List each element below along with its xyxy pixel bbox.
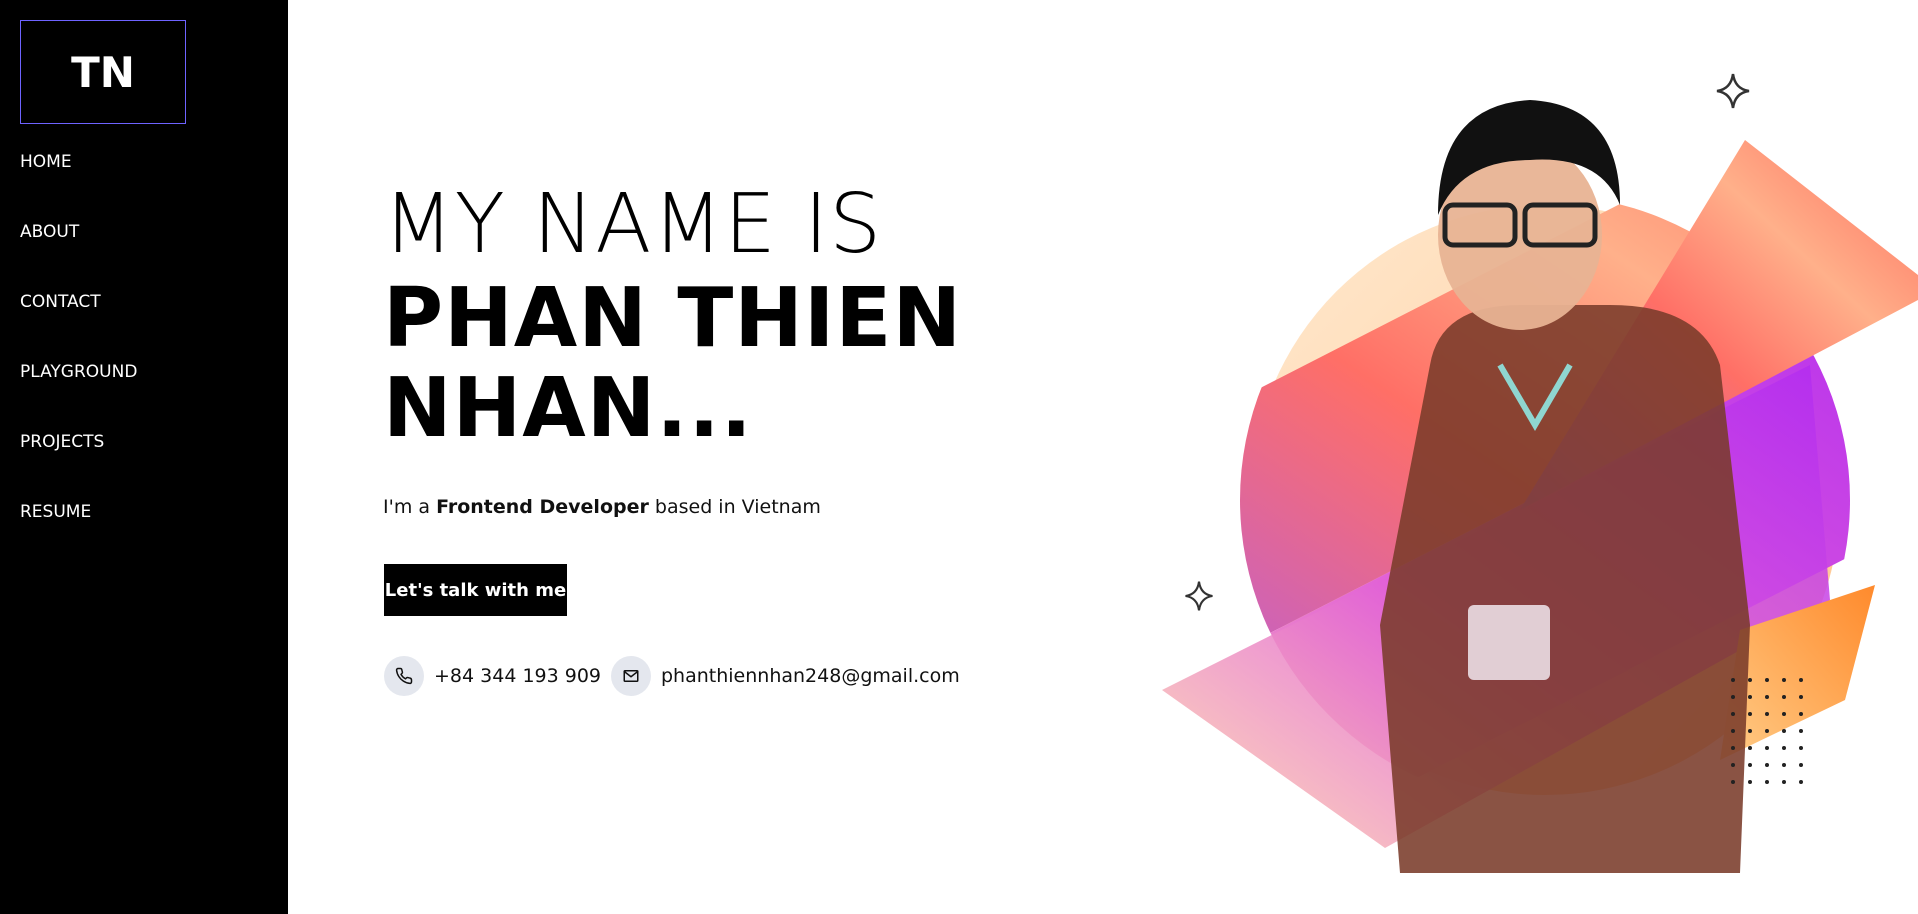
hero-name: PHAN THIEN NHAN...	[383, 271, 963, 456]
phone-number: +84 344 193 909	[434, 665, 602, 687]
phone-icon	[384, 656, 424, 696]
site-logo[interactable]: TN	[20, 20, 186, 124]
dot-grid-decoration	[1731, 678, 1803, 784]
main-nav: HOME ABOUT CONTACT PLAYGROUND PROJECTS R…	[20, 150, 137, 570]
hero-tagline: I'm a Frontend Developer based in Vietna…	[383, 496, 821, 518]
nav-item-about[interactable]: ABOUT	[20, 220, 137, 290]
tagline-suffix: based in Vietnam	[654, 496, 821, 518]
tagline-prefix: I'm a	[383, 496, 431, 518]
profile-photo	[1380, 100, 1750, 873]
hero-intro: MY NAME IS	[383, 177, 883, 272]
email-contact[interactable]: phanthiennhan248@gmail.com	[611, 655, 960, 697]
nav-item-home[interactable]: HOME	[20, 150, 137, 220]
nav-item-resume[interactable]: RESUME	[20, 500, 137, 570]
sparkle-icon	[1185, 581, 1213, 611]
nav-item-contact[interactable]: CONTACT	[20, 290, 137, 360]
phone-contact[interactable]: +84 344 193 909	[384, 655, 601, 697]
sidebar: TN HOME ABOUT CONTACT PLAYGROUND PROJECT…	[0, 0, 288, 914]
email-address: phanthiennhan248@gmail.com	[661, 665, 960, 687]
talk-button[interactable]: Let's talk with me	[384, 564, 567, 616]
tagline-role: Frontend Developer	[436, 496, 649, 518]
nav-item-playground[interactable]: PLAYGROUND	[20, 360, 137, 430]
nav-item-projects[interactable]: PROJECTS	[20, 430, 137, 500]
mail-icon	[611, 656, 651, 696]
sparkle-icon	[1716, 73, 1750, 109]
